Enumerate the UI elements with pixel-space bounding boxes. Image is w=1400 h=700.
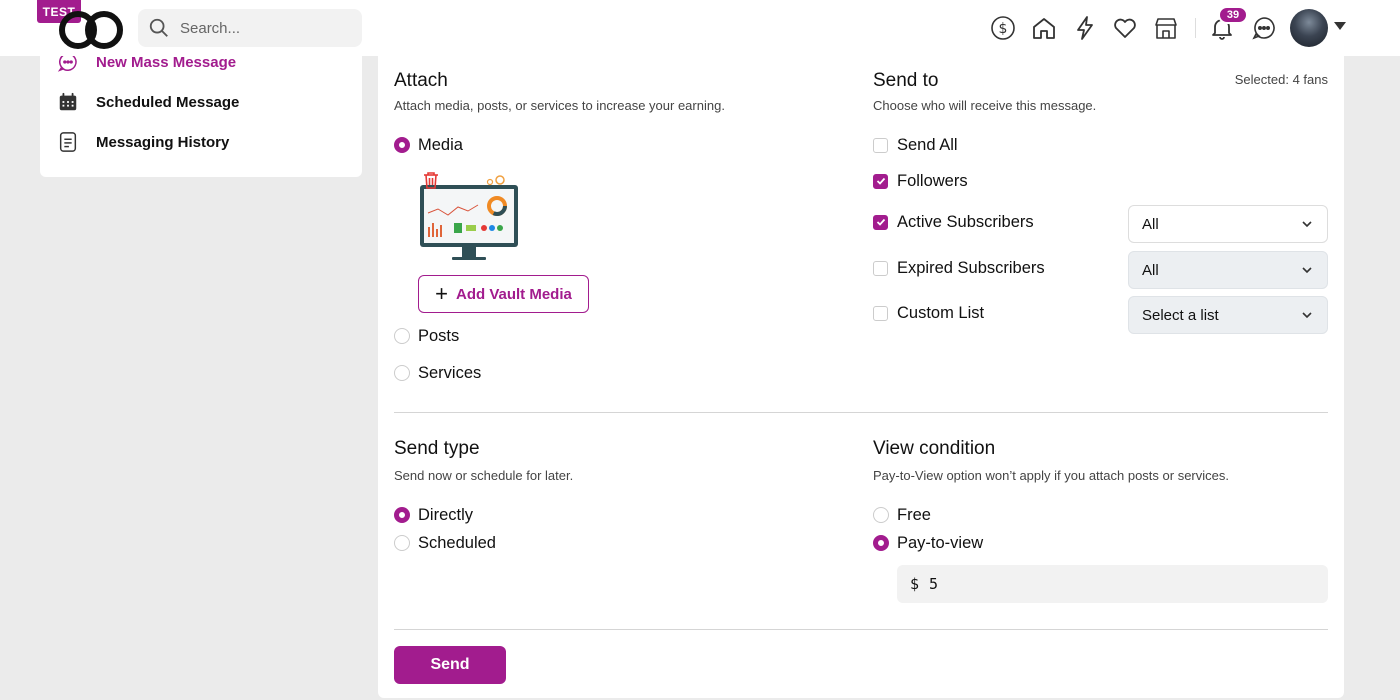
radio-selected[interactable]: [873, 535, 889, 551]
sidebar-item-label: New Mass Message: [96, 53, 237, 71]
radio-unselected[interactable]: [394, 328, 410, 344]
attach-posts-radio[interactable]: Posts: [394, 324, 459, 348]
custom-list-checkbox[interactable]: Custom List: [873, 301, 984, 325]
send-to-subtitle: Choose who will receive this message.: [873, 98, 1097, 113]
custom-list-select[interactable]: Select a list: [1128, 296, 1328, 334]
expired-subscribers-select[interactable]: All: [1128, 251, 1328, 289]
search-input[interactable]: [180, 19, 340, 37]
active-subscribers-select[interactable]: All: [1128, 205, 1328, 243]
active-subscribers-checkbox[interactable]: Active Subscribers: [873, 210, 1034, 234]
select-value: Select a list: [1142, 306, 1219, 324]
checkbox-label: Followers: [897, 171, 968, 190]
heart-icon[interactable]: [1111, 14, 1139, 42]
radio-label: Services: [418, 363, 482, 382]
currency-symbol: $: [910, 575, 920, 593]
radio-unselected[interactable]: [394, 365, 410, 381]
svg-text:$: $: [999, 21, 1008, 37]
attach-media-radio[interactable]: Media: [394, 133, 463, 157]
checkbox-label: Send All: [897, 135, 958, 154]
chevron-down-icon[interactable]: [1334, 22, 1346, 30]
calendar-icon: [56, 90, 80, 114]
add-vault-media-button[interactable]: + Add Vault Media: [418, 275, 589, 313]
mass-message-panel: Attach Attach media, posts, or services …: [378, 56, 1344, 698]
notification-badge: 39: [1218, 6, 1248, 24]
checkbox[interactable]: [873, 260, 888, 276]
view-free-radio[interactable]: Free: [873, 503, 931, 527]
logo-icon[interactable]: [57, 6, 127, 50]
send-type-subtitle: Send now or schedule for later.: [394, 468, 574, 483]
view-condition-subtitle: Pay-to-View option won’t apply if you at…: [873, 468, 1229, 483]
select-value: All: [1142, 215, 1159, 233]
attach-services-radio[interactable]: Services: [394, 361, 481, 385]
send-directly-radio[interactable]: Directly: [394, 503, 473, 527]
price-value: 5: [929, 575, 939, 593]
attach-subtitle: Attach media, posts, or services to incr…: [394, 98, 725, 113]
store-icon[interactable]: [1152, 14, 1180, 42]
header-divider: [1195, 18, 1196, 38]
radio-label: Free: [897, 505, 931, 524]
send-button[interactable]: Send: [394, 646, 506, 684]
sidebar-item-scheduled-message[interactable]: Scheduled Message: [56, 87, 239, 117]
checkmark-icon: [876, 218, 885, 226]
search-bar[interactable]: [138, 9, 362, 47]
checkmark-icon: [876, 177, 885, 185]
add-vault-media-label: Add Vault Media: [456, 285, 572, 303]
top-header: TEST $ 39: [0, 0, 1400, 56]
checkbox[interactable]: [873, 173, 888, 189]
chevron-down-icon: [1302, 312, 1312, 319]
attach-title: Attach: [394, 70, 448, 91]
chevron-down-icon: [1302, 221, 1312, 228]
radio-selected[interactable]: [394, 137, 410, 153]
price-input[interactable]: $ 5: [897, 565, 1328, 603]
checkbox-label: Active Subscribers: [897, 212, 1034, 231]
send-to-title: Send to: [873, 70, 939, 91]
send-type-title: Send type: [394, 438, 480, 459]
section-divider: [394, 629, 1328, 630]
lightning-icon[interactable]: [1071, 14, 1099, 42]
radio-label: Media: [418, 135, 463, 154]
document-icon: [56, 130, 80, 154]
checkbox[interactable]: [873, 137, 888, 153]
view-condition-title: View condition: [873, 438, 996, 459]
radio-label: Directly: [418, 505, 474, 524]
checkbox-label: Custom List: [897, 303, 985, 322]
radio-unselected[interactable]: [394, 535, 410, 551]
expired-subscribers-checkbox[interactable]: Expired Subscribers: [873, 256, 1045, 280]
selected-fans-count: Selected: 4 fans: [1234, 72, 1328, 87]
chevron-down-icon: [1302, 267, 1312, 274]
radio-label: Scheduled: [418, 533, 496, 552]
sidebar-item-messaging-history[interactable]: Messaging History: [56, 127, 229, 157]
select-value: All: [1142, 261, 1159, 279]
dollar-icon[interactable]: $: [989, 14, 1017, 42]
sidebar: New Mass Message Scheduled Message Messa…: [40, 40, 362, 177]
radio-unselected[interactable]: [873, 507, 889, 523]
chat-icon[interactable]: [1250, 14, 1278, 42]
checkbox-label: Expired Subscribers: [897, 258, 1045, 277]
followers-checkbox[interactable]: Followers: [873, 169, 968, 193]
section-divider: [394, 412, 1328, 413]
avatar[interactable]: [1290, 9, 1328, 47]
radio-label: Posts: [418, 326, 460, 345]
send-all-checkbox[interactable]: Send All: [873, 133, 958, 157]
view-pay-to-view-radio[interactable]: Pay-to-view: [873, 531, 983, 555]
sidebar-item-label: Scheduled Message: [96, 93, 240, 111]
checkbox[interactable]: [873, 305, 888, 321]
sidebar-item-label: Messaging History: [96, 133, 230, 151]
home-icon[interactable]: [1030, 14, 1058, 42]
send-scheduled-radio[interactable]: Scheduled: [394, 531, 496, 555]
trash-icon[interactable]: [422, 171, 440, 189]
search-icon: [149, 18, 168, 37]
radio-label: Pay-to-view: [897, 533, 984, 552]
plus-icon: +: [435, 281, 448, 306]
radio-selected[interactable]: [394, 507, 410, 523]
checkbox[interactable]: [873, 214, 888, 230]
